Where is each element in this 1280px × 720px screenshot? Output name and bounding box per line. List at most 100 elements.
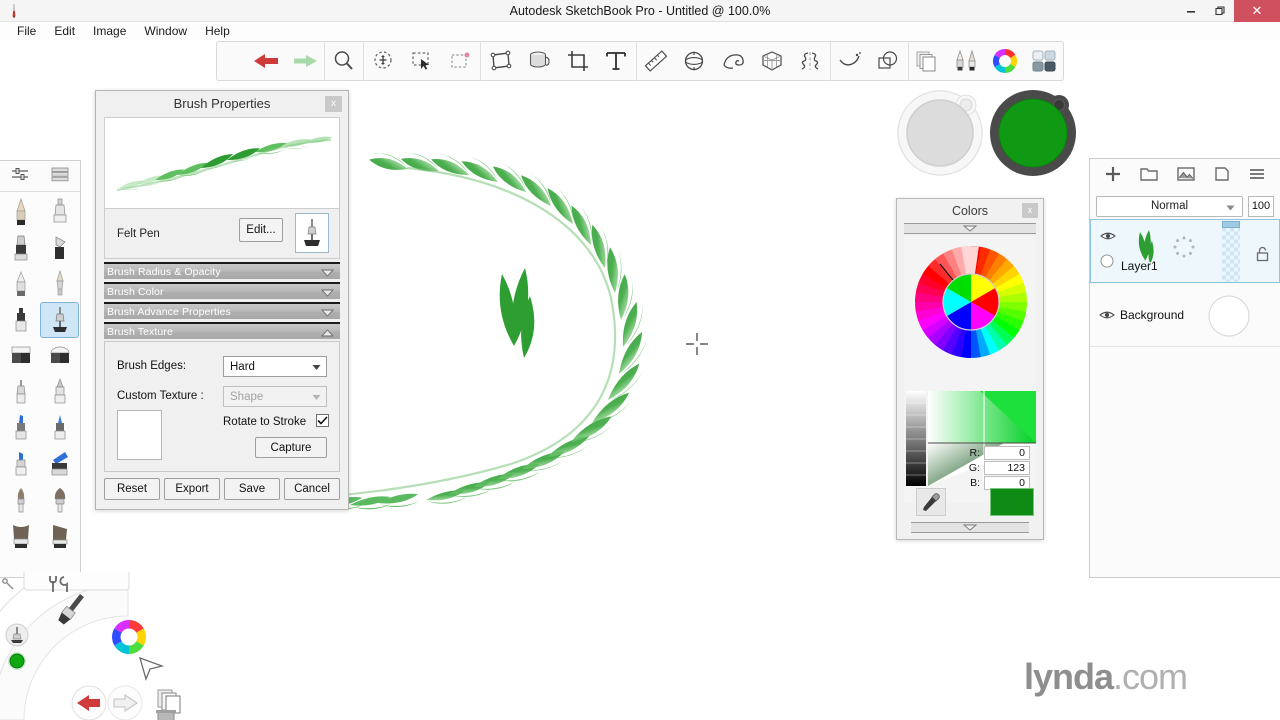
custom-texture-select[interactable]: Shape xyxy=(223,386,327,407)
brush-eraser-soft[interactable] xyxy=(40,338,79,374)
undo-icon xyxy=(71,685,107,720)
close-icon[interactable]: x xyxy=(1022,203,1038,218)
brush-blue-fine-marker[interactable] xyxy=(40,410,79,446)
section-brush-radius-opacity[interactable]: Brush Radius & Opacity xyxy=(104,262,340,279)
blend-mode-select[interactable]: Normal xyxy=(1096,195,1243,217)
section-brush-texture[interactable]: Brush Texture xyxy=(104,322,340,339)
save-button[interactable]: Save xyxy=(224,478,280,500)
deselect-icon[interactable] xyxy=(442,41,481,81)
brush-blue-flat[interactable] xyxy=(40,446,79,482)
brush-technical-pen[interactable] xyxy=(40,374,79,410)
chevron-down-icon xyxy=(1226,205,1235,210)
edit-button[interactable]: Edit... xyxy=(239,218,283,242)
add-group-icon[interactable] xyxy=(1139,165,1159,188)
french-curve-icon[interactable] xyxy=(714,41,753,81)
minimize-button[interactable] xyxy=(1176,0,1205,22)
crop-icon[interactable] xyxy=(558,41,597,81)
layers-panel-icon[interactable] xyxy=(909,41,948,81)
colors-collapse-bottom[interactable] xyxy=(911,522,1029,533)
section-brush-advance-properties[interactable]: Brush Advance Properties xyxy=(104,302,340,319)
section-brush-color[interactable]: Brush Color xyxy=(104,282,340,299)
brush-round-bristle[interactable] xyxy=(1,482,40,518)
opacity-value[interactable]: 100 xyxy=(1248,195,1274,217)
capture-button[interactable]: Capture xyxy=(255,437,327,458)
chevron-down-icon xyxy=(321,309,334,317)
brush-eraser-hard[interactable] xyxy=(1,338,40,374)
brush-palette-icon[interactable] xyxy=(947,41,986,81)
brush-nib-pen[interactable] xyxy=(40,266,79,302)
layer-row-background[interactable]: Background xyxy=(1090,283,1280,347)
layer-menu-icon[interactable] xyxy=(1248,165,1266,188)
symmetry-icon[interactable] xyxy=(791,41,830,81)
menu-edit[interactable]: Edit xyxy=(45,22,84,41)
brush-soft-pencil[interactable] xyxy=(1,266,40,302)
layer-thumbnail xyxy=(1208,295,1250,337)
list-view-icon[interactable] xyxy=(50,165,70,188)
layer-unlock-icon[interactable] xyxy=(1256,246,1269,267)
felt-pen-icon[interactable] xyxy=(295,213,329,253)
perspective-guide-icon[interactable] xyxy=(752,41,791,81)
menu-window[interactable]: Window xyxy=(135,22,196,41)
foreground-color-puck[interactable] xyxy=(990,90,1076,176)
close-icon[interactable]: x xyxy=(325,96,342,112)
slider-handle[interactable] xyxy=(1222,221,1240,228)
add-layer-icon[interactable] xyxy=(1104,165,1122,188)
brush-edges-select[interactable]: Hard xyxy=(223,356,327,377)
brush-blue-chisel[interactable] xyxy=(1,446,40,482)
cancel-button[interactable]: Cancel xyxy=(284,478,340,500)
sketchbook-window: Autodesk SketchBook Pro - Untitled @ 100… xyxy=(0,0,1280,720)
ruler-icon[interactable] xyxy=(637,41,676,81)
layer-name: Background xyxy=(1120,308,1185,322)
transform-icon[interactable] xyxy=(481,41,520,81)
menu-image[interactable]: Image xyxy=(84,22,135,41)
brush-marker[interactable] xyxy=(1,230,40,266)
brush-flat-bristle[interactable] xyxy=(1,518,40,554)
color-wheel-icon[interactable] xyxy=(986,41,1025,81)
restore-button[interactable] xyxy=(1205,0,1234,22)
brush-pencil[interactable] xyxy=(1,194,40,230)
brush-angled-bristle[interactable] xyxy=(40,518,79,554)
undo-icon[interactable] xyxy=(247,41,286,81)
brush-chisel-marker[interactable] xyxy=(40,230,79,266)
brush-ballpoint[interactable] xyxy=(1,374,40,410)
current-color-swatch[interactable] xyxy=(990,488,1034,516)
duplicate-layer-icon[interactable] xyxy=(1213,165,1231,188)
layer-visibility-icon[interactable] xyxy=(1100,229,1116,247)
text-icon[interactable] xyxy=(597,41,636,81)
brush-felt-pen[interactable] xyxy=(40,302,79,338)
brush-blue-marker[interactable] xyxy=(1,410,40,446)
grayscale-ramp[interactable] xyxy=(906,391,926,486)
layer-opacity-slider[interactable] xyxy=(1222,221,1240,282)
import-image-icon[interactable] xyxy=(1176,165,1196,188)
brush-settings-icon[interactable] xyxy=(10,165,30,188)
layer-transform-marker[interactable] xyxy=(1173,236,1195,258)
texture-swatch[interactable] xyxy=(117,410,162,460)
layer-row-layer1[interactable]: Layer1 xyxy=(1090,219,1280,283)
g-value[interactable]: 123 xyxy=(984,460,1030,475)
menu-file[interactable]: File xyxy=(8,22,45,41)
color-wheel[interactable] xyxy=(904,236,1038,386)
r-value[interactable]: 0 xyxy=(984,445,1030,460)
layer-visibility-icon[interactable] xyxy=(1099,308,1115,326)
rotate-to-stroke-checkbox[interactable] xyxy=(316,414,329,427)
menu-help[interactable]: Help xyxy=(196,22,239,41)
predictive-stroke-icon[interactable] xyxy=(831,41,870,81)
rectangle-select-icon[interactable] xyxy=(403,41,442,81)
background-color-puck[interactable] xyxy=(897,90,983,176)
export-button[interactable]: Export xyxy=(164,478,220,500)
zoom-icon[interactable] xyxy=(325,41,364,81)
brush-felt-marker[interactable] xyxy=(1,302,40,338)
brush-fan-bristle[interactable] xyxy=(40,482,79,518)
ui-toggle-icon[interactable] xyxy=(1024,41,1063,81)
lasso-select-icon[interactable] xyxy=(364,41,403,81)
paint-bucket-icon[interactable] xyxy=(520,41,559,81)
eyedropper-icon[interactable] xyxy=(916,488,946,516)
ellipse-guide-icon[interactable] xyxy=(675,41,714,81)
reset-button[interactable]: Reset xyxy=(104,478,160,500)
close-button[interactable]: ✕ xyxy=(1234,0,1280,22)
layer-select-radio[interactable] xyxy=(1100,254,1114,273)
colors-collapse-top[interactable] xyxy=(904,223,1036,234)
redo-icon[interactable] xyxy=(285,41,324,81)
shapes-icon[interactable] xyxy=(869,41,908,81)
brush-airbrush[interactable] xyxy=(40,194,79,230)
